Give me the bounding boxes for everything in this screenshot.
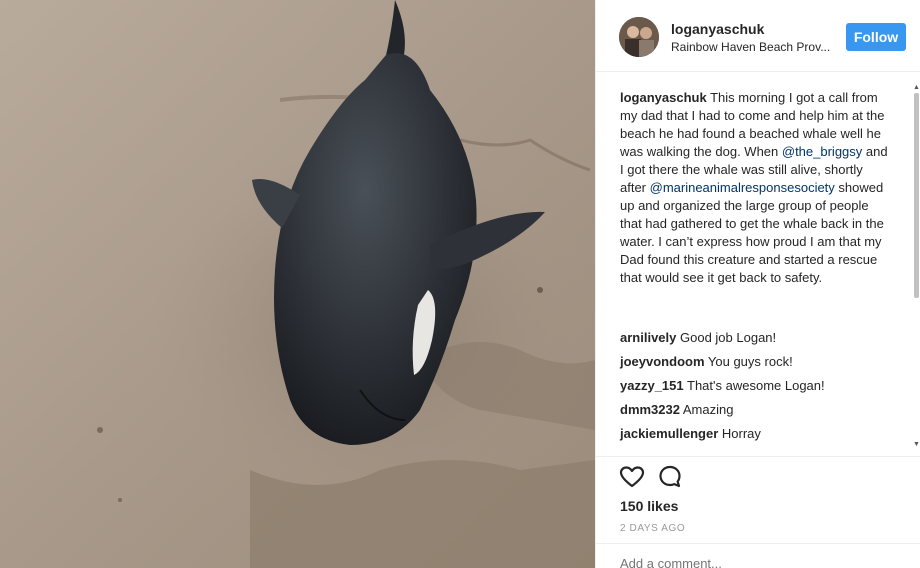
heart-outline-icon[interactable] <box>618 463 646 491</box>
comment-item: jackiemullenger Horray <box>620 425 890 443</box>
post-timestamp[interactable]: 2 DAYS AGO <box>620 523 685 534</box>
post-photo <box>0 0 595 568</box>
likes-count[interactable]: 150 likes <box>620 498 678 514</box>
beached-whale-image <box>0 0 595 568</box>
follow-button[interactable]: Follow <box>846 23 906 51</box>
post-sidebar: loganyaschuk Rainbow Haven Beach Prov...… <box>595 0 920 568</box>
caption-text: showed up and organized the large group … <box>620 180 884 285</box>
scroll-up-icon[interactable]: ▲ <box>913 84 920 91</box>
comment-text: That's awesome Logan! <box>687 378 825 393</box>
author-username[interactable]: loganyaschuk <box>671 21 764 37</box>
speech-bubble-icon[interactable] <box>656 463 684 491</box>
caption-username[interactable]: loganyaschuk <box>620 90 707 105</box>
avatar[interactable] <box>619 17 659 57</box>
post-caption: loganyaschuk This morning I got a call f… <box>620 89 890 287</box>
scroll-down-icon[interactable]: ▼ <box>913 441 920 448</box>
comment-item: yazzy_151 That's awesome Logan! <box>620 377 890 395</box>
comment-text: Horray <box>721 426 761 441</box>
comment-item: joeyvondoom You guys rock! <box>620 353 890 371</box>
comment-item: arnilively Good job Logan! <box>620 329 890 347</box>
mention-link[interactable]: @marineanimalresponsesociety <box>650 180 835 195</box>
comment-username[interactable]: joeyvondoom <box>620 354 705 369</box>
mention-link[interactable]: @the_briggsy <box>782 144 862 159</box>
scrollbar-thumb[interactable] <box>914 93 919 298</box>
add-comment-input[interactable] <box>620 556 890 568</box>
comment-text: Good job Logan! <box>680 330 777 345</box>
comment-item: dmm3232 Amazing <box>620 401 890 419</box>
avatar-image <box>619 17 659 57</box>
add-comment-bar <box>596 543 920 568</box>
post-header: loganyaschuk Rainbow Haven Beach Prov...… <box>596 0 920 72</box>
comment-text: Amazing <box>682 402 734 417</box>
comment-username[interactable]: dmm3232 <box>620 402 680 417</box>
comments-list[interactable]: loganyaschuk This morning I got a call f… <box>596 72 920 456</box>
post-location[interactable]: Rainbow Haven Beach Prov... <box>671 40 836 54</box>
comment-username[interactable]: jackiemullenger <box>620 426 718 441</box>
comment-username[interactable]: arnilively <box>620 330 676 345</box>
action-bar <box>596 456 920 496</box>
comment-text: You guys rock! <box>707 354 793 369</box>
comment-username[interactable]: yazzy_151 <box>620 378 684 393</box>
